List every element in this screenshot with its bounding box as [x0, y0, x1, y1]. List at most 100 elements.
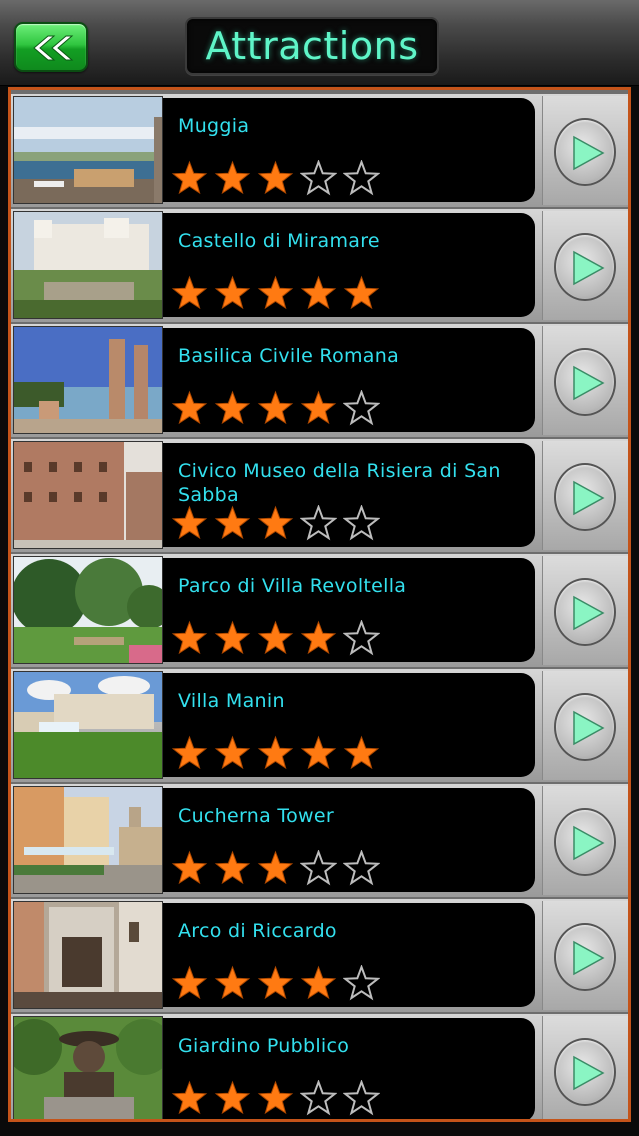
- attraction-info: Muggia: [163, 98, 535, 202]
- details-button[interactable]: [554, 1038, 616, 1106]
- details-button[interactable]: [554, 348, 616, 416]
- star-filled-icon: [300, 620, 337, 655]
- attraction-name: Parco di Villa Revoltella: [178, 575, 407, 597]
- details-cell: [542, 96, 628, 205]
- details-button[interactable]: [554, 118, 616, 186]
- thumbnail-image: [13, 96, 163, 204]
- star-empty-icon: [343, 1080, 380, 1116]
- details-cell: [542, 671, 628, 780]
- star-filled-icon: [214, 505, 251, 540]
- star-empty-icon: [343, 965, 380, 1001]
- details-cell: [542, 786, 628, 895]
- details-cell: [542, 1016, 628, 1119]
- star-empty-icon: [300, 850, 337, 886]
- star-filled-icon: [171, 735, 208, 770]
- star-filled-icon: [171, 620, 208, 655]
- star-filled-icon: [257, 160, 294, 195]
- title-box: Attractions: [185, 17, 439, 75]
- list-item[interactable]: Castello di Miramare: [11, 209, 628, 322]
- star-filled-icon: [214, 735, 251, 770]
- attraction-info: Giardino Pubblico: [163, 1018, 535, 1119]
- star-filled-icon: [343, 275, 380, 310]
- star-filled-icon: [214, 275, 251, 310]
- play-arrow-icon: [573, 250, 605, 286]
- star-empty-icon: [300, 505, 337, 541]
- list-item[interactable]: Cucherna Tower: [11, 784, 628, 897]
- attraction-info: Parco di Villa Revoltella: [163, 558, 535, 662]
- star-empty-icon: [343, 850, 380, 886]
- attraction-name: Giardino Pubblico: [178, 1035, 350, 1057]
- star-rating: [171, 390, 380, 426]
- star-filled-icon: [300, 735, 337, 770]
- play-arrow-icon: [573, 365, 605, 401]
- list-item[interactable]: Muggia: [11, 94, 628, 207]
- star-rating: [171, 620, 380, 656]
- star-filled-icon: [171, 390, 208, 425]
- back-button[interactable]: [14, 22, 88, 72]
- star-filled-icon: [257, 620, 294, 655]
- thumbnail-image: [13, 326, 163, 434]
- star-filled-icon: [171, 505, 208, 540]
- attraction-info: Cucherna Tower: [163, 788, 535, 892]
- star-rating: [171, 505, 380, 541]
- star-filled-icon: [300, 275, 337, 310]
- page-title: Attractions: [205, 24, 419, 68]
- star-filled-icon: [300, 965, 337, 1000]
- star-filled-icon: [343, 735, 380, 770]
- star-filled-icon: [300, 390, 337, 425]
- star-rating: [171, 850, 380, 886]
- star-filled-icon: [257, 1080, 294, 1115]
- play-arrow-icon: [573, 595, 605, 631]
- thumbnail-image: [13, 211, 163, 319]
- play-arrow-icon: [573, 710, 605, 746]
- attraction-info: Castello di Miramare: [163, 213, 535, 317]
- star-filled-icon: [214, 1080, 251, 1115]
- attraction-info: Basilica Civile Romana: [163, 328, 535, 432]
- thumbnail-image: [13, 671, 163, 779]
- attraction-name: Basilica Civile Romana: [178, 345, 400, 367]
- list-item[interactable]: Giardino Pubblico: [11, 1014, 628, 1119]
- star-empty-icon: [300, 1080, 337, 1116]
- star-filled-icon: [214, 965, 251, 1000]
- details-button[interactable]: [554, 693, 616, 761]
- star-filled-icon: [214, 850, 251, 885]
- list-item[interactable]: Basilica Civile Romana: [11, 324, 628, 437]
- star-filled-icon: [214, 160, 251, 195]
- attraction-name: Arco di Riccardo: [178, 920, 337, 942]
- star-filled-icon: [171, 965, 208, 1000]
- list-item[interactable]: Villa Manin: [11, 669, 628, 782]
- details-cell: [542, 326, 628, 435]
- thumbnail-image: [13, 556, 163, 664]
- double-chevron-left-icon: [33, 35, 74, 61]
- thumbnail-image: [13, 901, 163, 1009]
- star-filled-icon: [257, 735, 294, 770]
- attraction-name: Cucherna Tower: [178, 805, 334, 827]
- star-empty-icon: [343, 390, 380, 426]
- star-rating: [171, 275, 380, 311]
- star-empty-icon: [343, 505, 380, 541]
- star-filled-icon: [257, 850, 294, 885]
- list-item[interactable]: Arco di Riccardo: [11, 899, 628, 1012]
- list-item[interactable]: Civico Museo della Risiera di San Sabba: [11, 439, 628, 552]
- details-button[interactable]: [554, 233, 616, 301]
- attractions-list[interactable]: Muggia Castello di Miramare Basilica Civ…: [8, 87, 631, 1122]
- details-cell: [542, 901, 628, 1010]
- details-button[interactable]: [554, 923, 616, 991]
- star-empty-icon: [343, 620, 380, 656]
- attraction-info: Civico Museo della Risiera di San Sabba: [163, 443, 535, 547]
- star-filled-icon: [214, 390, 251, 425]
- attraction-info: Arco di Riccardo: [163, 903, 535, 1007]
- thumbnail-image: [13, 441, 163, 549]
- star-filled-icon: [257, 275, 294, 310]
- star-filled-icon: [171, 850, 208, 885]
- attraction-info: Villa Manin: [163, 673, 535, 777]
- attraction-name: Castello di Miramare: [178, 230, 380, 252]
- list-item[interactable]: Parco di Villa Revoltella: [11, 554, 628, 667]
- play-arrow-icon: [573, 825, 605, 861]
- star-empty-icon: [300, 160, 337, 196]
- star-filled-icon: [214, 620, 251, 655]
- details-button[interactable]: [554, 808, 616, 876]
- details-button[interactable]: [554, 463, 616, 531]
- thumbnail-image: [13, 1016, 163, 1119]
- details-button[interactable]: [554, 578, 616, 646]
